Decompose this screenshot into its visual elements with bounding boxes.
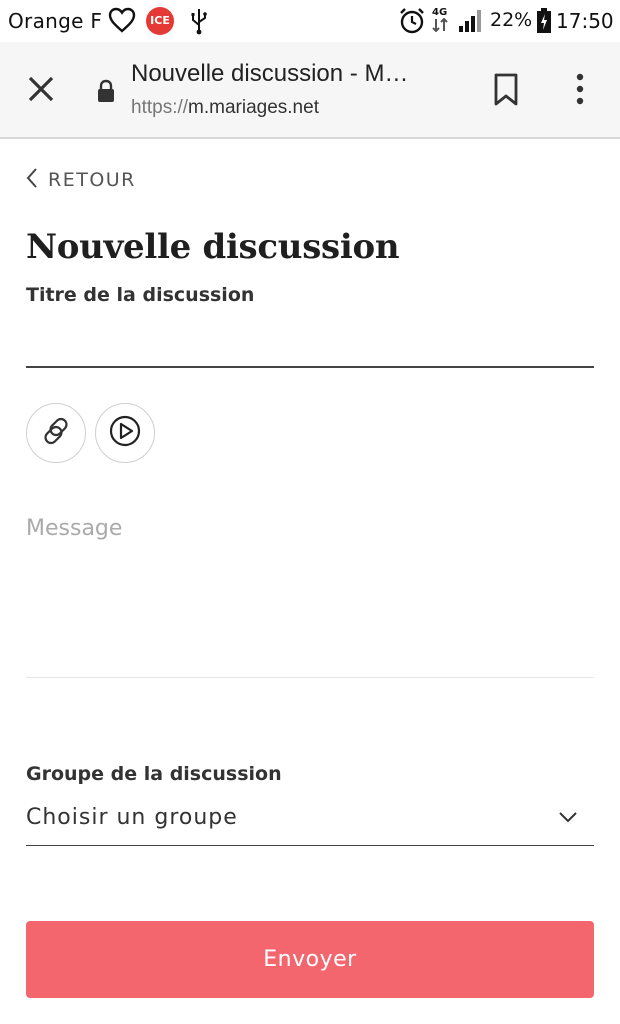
page-title: Nouvelle discussion: [26, 227, 400, 267]
bookmark-icon[interactable]: [491, 72, 521, 108]
message-textarea[interactable]: [26, 502, 594, 678]
heart-icon: [108, 7, 136, 37]
more-vert-icon[interactable]: [568, 72, 592, 106]
battery-percent: 22%: [490, 9, 533, 31]
usb-icon: [190, 7, 208, 39]
chevron-down-icon: [558, 808, 578, 827]
url-host: m.mariages.net: [188, 97, 319, 118]
browser-toolbar: Nouvelle discussion - M… https://m.maria…: [0, 42, 620, 139]
lock-icon: [96, 79, 116, 103]
alarm-icon: [398, 7, 426, 39]
submit-button[interactable]: Envoyer: [26, 921, 594, 998]
link-icon: [39, 414, 73, 452]
title-field-label: Titre de la discussion: [26, 284, 255, 306]
carrier-label: Orange F: [8, 9, 103, 33]
url-bar[interactable]: https://m.mariages.net: [131, 97, 319, 119]
chevron-left-icon: [26, 167, 38, 193]
url-scheme: https://: [131, 97, 189, 118]
signal-icon: [458, 9, 484, 37]
browser-page-title: Nouvelle discussion - M…: [131, 60, 409, 87]
network-4g-icon: 4G: [432, 8, 448, 32]
back-label: RETOUR: [48, 169, 136, 191]
status-bar: Orange F ICE 4G 22% 17:50: [0, 0, 620, 42]
video-icon: [108, 414, 142, 452]
insert-link-button[interactable]: [26, 403, 86, 463]
title-input[interactable]: [26, 316, 594, 368]
group-field-label: Groupe de la discussion: [26, 763, 282, 785]
close-icon[interactable]: [24, 72, 58, 106]
back-link[interactable]: RETOUR: [26, 167, 136, 193]
clock: 17:50: [556, 9, 614, 33]
insert-video-button[interactable]: [95, 403, 155, 463]
battery-icon: [536, 8, 552, 38]
group-select[interactable]: Choisir un groupe: [26, 790, 594, 846]
ice-icon: ICE: [146, 7, 174, 35]
group-select-value: Choisir un groupe: [26, 805, 238, 830]
